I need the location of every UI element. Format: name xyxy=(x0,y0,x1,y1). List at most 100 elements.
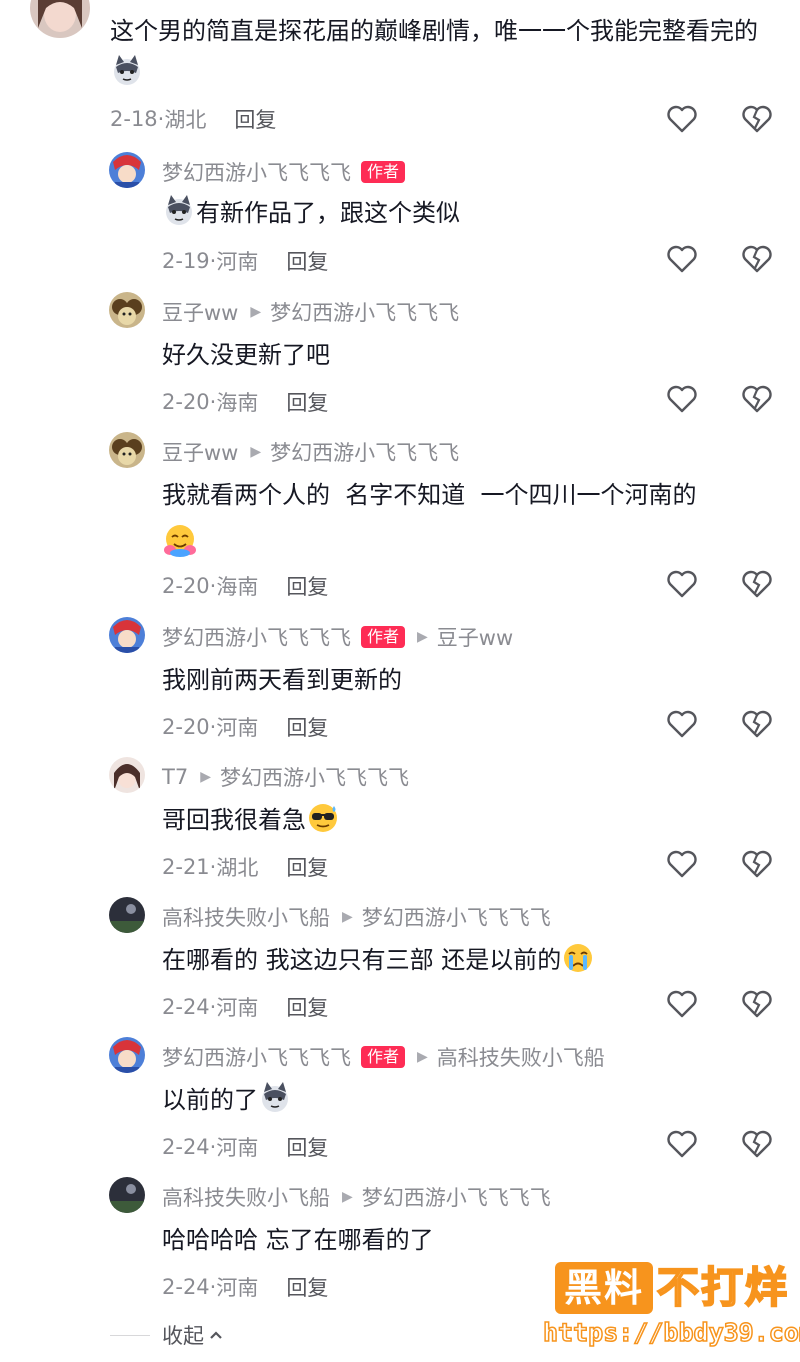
reply-button[interactable]: 回复 xyxy=(286,852,328,882)
comment-text: 这个男的简直是探花届的巅峰剧情，唯一一个我能完整看完的 xyxy=(110,10,770,94)
reply-text: 哈哈哈哈 忘了在哪看的了 xyxy=(162,1226,434,1254)
chevron-up-icon xyxy=(208,1327,224,1343)
avatar[interactable] xyxy=(109,1177,145,1213)
reply-to-username[interactable]: 高科技失败小飞船 xyxy=(437,1042,605,1072)
reply-footer: 2-20 · 海南 回复 xyxy=(162,571,328,601)
reply-date: 2-19 xyxy=(162,249,210,273)
username[interactable]: 豆子ww xyxy=(162,437,238,467)
heart-icon[interactable] xyxy=(665,847,699,881)
reply-button[interactable]: 回复 xyxy=(286,992,328,1022)
watermark-brand-right: 不打烊 xyxy=(656,1262,790,1313)
broken-heart-icon[interactable] xyxy=(740,242,774,276)
author-tag: 作者 xyxy=(361,626,406,648)
watermark-brand-left: 黑料 xyxy=(555,1262,653,1314)
reply-button[interactable]: 回复 xyxy=(286,1132,328,1162)
reply-date: 2-20 xyxy=(162,715,210,739)
reply-arrow-icon: ▶ xyxy=(250,304,262,320)
reply-text: 有新作品了，跟这个类似 xyxy=(162,192,460,234)
avatar[interactable] xyxy=(109,292,145,328)
sunglasses-sweat-emoji-icon xyxy=(306,800,340,834)
reply-date: 2-21 xyxy=(162,855,210,879)
wolf-emoji-icon xyxy=(110,53,144,87)
reply-footer: 2-24 · 河南 回复 xyxy=(162,1132,328,1162)
reply-to-username[interactable]: 梦幻西游小飞飞飞飞 xyxy=(362,1182,551,1212)
avatar[interactable] xyxy=(109,617,145,653)
heart-icon[interactable] xyxy=(665,102,699,136)
reply-to-username[interactable]: 梦幻西游小飞飞飞飞 xyxy=(220,762,409,792)
heart-icon[interactable] xyxy=(665,382,699,416)
reply-to-username[interactable]: 豆子ww xyxy=(437,622,513,652)
broken-heart-icon[interactable] xyxy=(740,382,774,416)
reply-meta: 高科技失败小飞船 ▶ 梦幻西游小飞飞飞飞 xyxy=(162,1182,551,1212)
reply-text: 哥回我很着急 xyxy=(162,799,340,841)
reply-date: 2-24 xyxy=(162,1135,210,1159)
divider xyxy=(110,1334,150,1336)
hug-emoji-icon xyxy=(162,522,198,558)
reply-footer: 2-24 · 河南 回复 xyxy=(162,1272,328,1302)
reply-button[interactable]: 回复 xyxy=(286,387,328,417)
reply-location: 海南 xyxy=(216,391,259,415)
reply-text: 我刚前两天看到更新的 xyxy=(162,666,402,694)
reply-button[interactable]: 回复 xyxy=(286,712,328,742)
heart-icon[interactable] xyxy=(665,707,699,741)
broken-heart-icon[interactable] xyxy=(740,102,774,136)
reply-arrow-icon: ▶ xyxy=(200,769,211,785)
reply-meta: 梦幻西游小飞飞飞飞 作者 xyxy=(162,157,406,187)
reply-location: 河南 xyxy=(216,250,259,274)
reply-footer: 2-21 · 湖北 回复 xyxy=(162,852,328,882)
heart-icon[interactable] xyxy=(665,1127,699,1161)
username[interactable]: 高科技失败小飞船 xyxy=(162,902,330,932)
watermark: 黑料 不打烊 https://bbdy39.com xyxy=(542,1262,800,1357)
reply-footer: 2-19 · 河南 回复 xyxy=(162,246,328,276)
reply-button[interactable]: 回复 xyxy=(286,571,328,601)
reply-meta: 梦幻西游小飞飞飞飞 作者 ▶ 豆子ww xyxy=(162,622,513,652)
username[interactable]: 高科技失败小飞船 xyxy=(162,1182,330,1212)
reply-date: 2-20 xyxy=(162,390,210,414)
reply-button[interactable]: 回复 xyxy=(234,104,276,134)
username[interactable]: 豆子ww xyxy=(162,297,238,327)
reply-arrow-icon: ▶ xyxy=(417,629,428,645)
crying-emoji-icon xyxy=(561,940,595,974)
author-tag: 作者 xyxy=(361,161,406,183)
reply-location: 湖北 xyxy=(216,856,259,880)
avatar[interactable] xyxy=(30,0,90,38)
username[interactable]: T7 xyxy=(162,765,188,789)
avatar[interactable] xyxy=(109,897,145,933)
heart-icon[interactable] xyxy=(665,987,699,1021)
reply-date: 2-24 xyxy=(162,995,210,1019)
reply-date: 2-24 xyxy=(162,1275,210,1299)
wolf-emoji-icon xyxy=(162,193,196,227)
reply-arrow-icon: ▶ xyxy=(250,444,262,460)
reply-footer: 2-24 · 河南 回复 xyxy=(162,992,328,1022)
reply-location: 河南 xyxy=(216,996,259,1020)
broken-heart-icon[interactable] xyxy=(740,567,774,601)
broken-heart-icon[interactable] xyxy=(740,1127,774,1161)
username[interactable]: 梦幻西游小飞飞飞飞 xyxy=(162,1042,351,1072)
comment-footer: 2-18 · 湖北 回复 xyxy=(110,104,276,134)
reply-text: 在哪看的 我这边只有三部 还是以前的 xyxy=(162,939,595,981)
reply-to-username[interactable]: 梦幻西游小飞飞飞飞 xyxy=(362,902,551,932)
avatar[interactable] xyxy=(109,757,145,793)
reply-location: 河南 xyxy=(216,716,259,740)
reply-location: 河南 xyxy=(216,1276,259,1300)
avatar[interactable] xyxy=(109,432,145,468)
broken-heart-icon[interactable] xyxy=(740,847,774,881)
reply-meta: 高科技失败小飞船 ▶ 梦幻西游小飞飞飞飞 xyxy=(162,902,551,932)
reply-arrow-icon: ▶ xyxy=(417,1049,428,1065)
reply-button[interactable]: 回复 xyxy=(286,246,328,276)
avatar[interactable] xyxy=(109,1037,145,1073)
reply-button[interactable]: 回复 xyxy=(286,1272,328,1302)
reply-to-username[interactable]: 梦幻西游小飞飞飞飞 xyxy=(270,437,459,467)
heart-icon[interactable] xyxy=(665,242,699,276)
reply-to-username[interactable]: 梦幻西游小飞飞飞飞 xyxy=(270,297,459,327)
username[interactable]: 梦幻西游小飞飞飞飞 xyxy=(162,157,351,187)
collapse-replies-button[interactable]: 收起 xyxy=(110,1320,224,1350)
reply-footer: 2-20 · 海南 回复 xyxy=(162,387,328,417)
username[interactable]: 梦幻西游小飞飞飞飞 xyxy=(162,622,351,652)
avatar[interactable] xyxy=(109,152,145,188)
broken-heart-icon[interactable] xyxy=(740,707,774,741)
reply-meta: T7 ▶ 梦幻西游小飞飞飞飞 xyxy=(162,762,409,792)
collapse-label[interactable]: 收起 xyxy=(162,1320,204,1350)
heart-icon[interactable] xyxy=(665,567,699,601)
broken-heart-icon[interactable] xyxy=(740,987,774,1021)
